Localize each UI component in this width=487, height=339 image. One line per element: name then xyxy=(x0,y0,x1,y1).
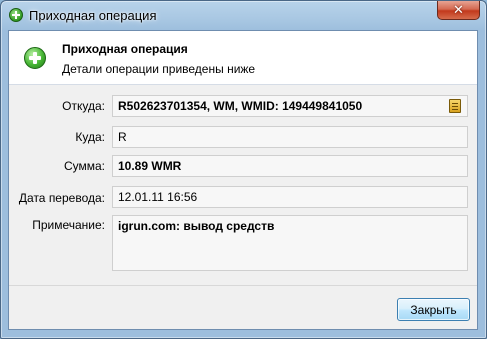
amount-field[interactable]: 10.89 WMR xyxy=(112,155,468,177)
from-value: R502623701354, WM, WMID: 149449841050 xyxy=(118,99,363,113)
to-value: R xyxy=(118,130,127,144)
title-bar[interactable]: Приходная операция ✕ xyxy=(1,1,486,29)
close-button[interactable]: Закрыть xyxy=(397,298,470,321)
to-label: Куда: xyxy=(75,130,105,144)
from-field[interactable]: R502623701354, WM, WMID: 149449841050 xyxy=(112,95,468,117)
close-icon: ✕ xyxy=(453,2,464,17)
header-subtitle: Детали операции приведены ниже xyxy=(62,62,256,76)
add-circle-icon xyxy=(24,47,46,69)
note-label: Примечание: xyxy=(32,218,105,232)
from-label: Откуда: xyxy=(62,99,105,113)
window-close-button[interactable]: ✕ xyxy=(437,1,480,20)
footer-divider xyxy=(9,285,477,286)
amount-label: Сумма: xyxy=(63,159,105,173)
window-title: Приходная операция xyxy=(29,8,157,23)
dialog-body: Приходная операция Детали операции приве… xyxy=(8,30,478,330)
note-field[interactable]: igrun.com: вывод средств xyxy=(112,215,468,271)
copy-icon[interactable] xyxy=(449,99,461,113)
date-field[interactable]: 12.01.11 16:56 xyxy=(112,186,468,208)
amount-value: 10.89 WMR xyxy=(118,159,182,173)
note-value: igrun.com: вывод средств xyxy=(118,219,275,233)
add-circle-icon xyxy=(9,8,23,22)
date-label: Дата перевода: xyxy=(18,191,105,205)
date-value: 12.01.11 16:56 xyxy=(118,190,198,204)
dialog-header: Приходная операция Детали операции приве… xyxy=(9,31,477,85)
header-title: Приходная операция xyxy=(62,42,188,56)
to-field[interactable]: R xyxy=(112,126,468,148)
dialog-window: Приходная операция ✕ Приходная операция … xyxy=(0,0,487,339)
